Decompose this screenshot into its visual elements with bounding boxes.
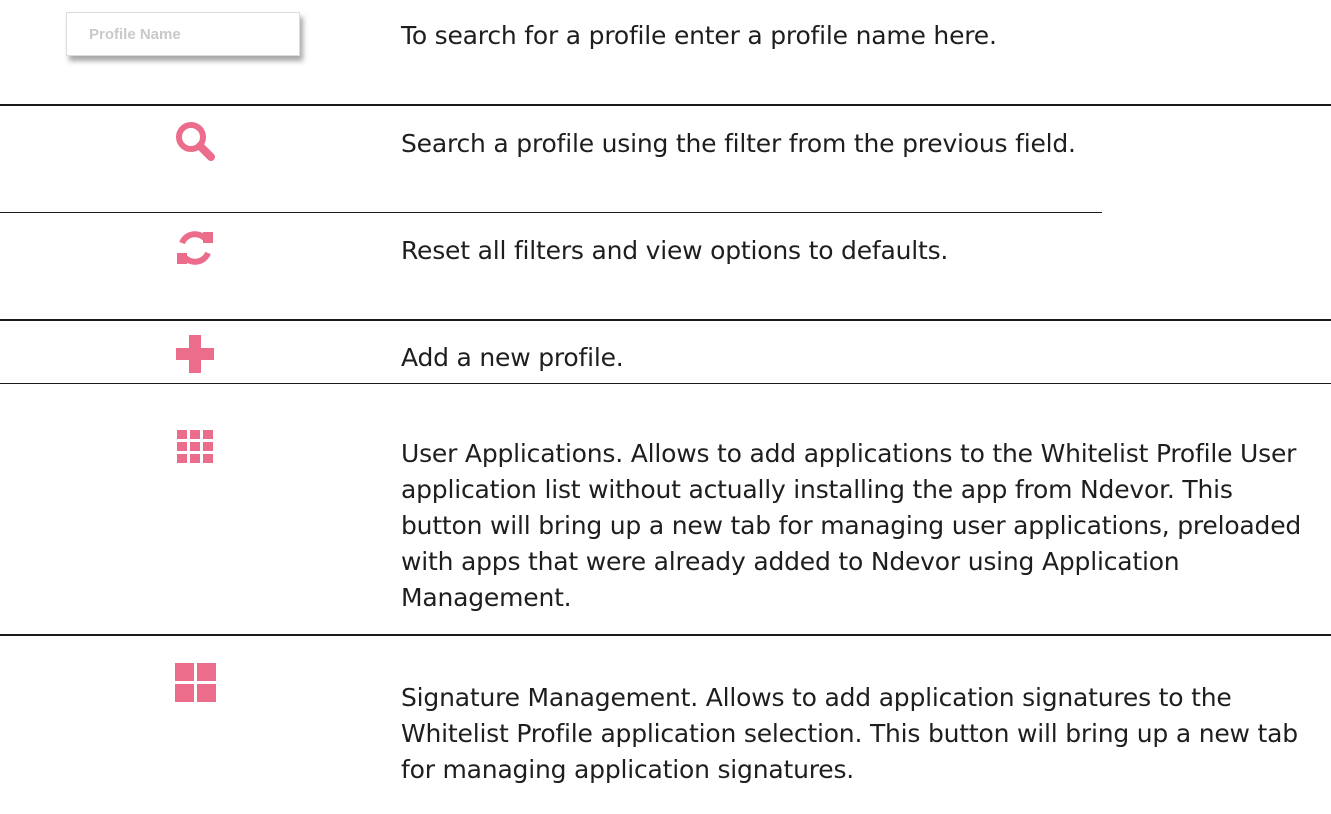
refresh-icon[interactable] — [0, 226, 390, 270]
divider — [0, 104, 1331, 106]
divider — [0, 212, 1102, 213]
row-description: To search for a profile enter a profile … — [401, 21, 997, 50]
tiles-icon[interactable] — [0, 663, 390, 703]
row-description: Add a new profile. — [401, 343, 624, 372]
row-description: Reset all filters and view options to de… — [401, 236, 949, 265]
divider — [0, 383, 1331, 384]
app-grid-icon[interactable] — [0, 430, 390, 464]
divider — [0, 634, 1331, 636]
row-description: Signature Management. Allows to add appl… — [401, 683, 1298, 784]
search-icon[interactable] — [0, 120, 390, 164]
row-description: Search a profile using the filter from t… — [401, 129, 1076, 158]
row-description: User Applications. Allows to add applica… — [401, 439, 1302, 612]
divider — [0, 319, 1331, 321]
plus-icon[interactable] — [0, 333, 390, 377]
profile-name-field[interactable]: Profile Name — [66, 12, 300, 56]
